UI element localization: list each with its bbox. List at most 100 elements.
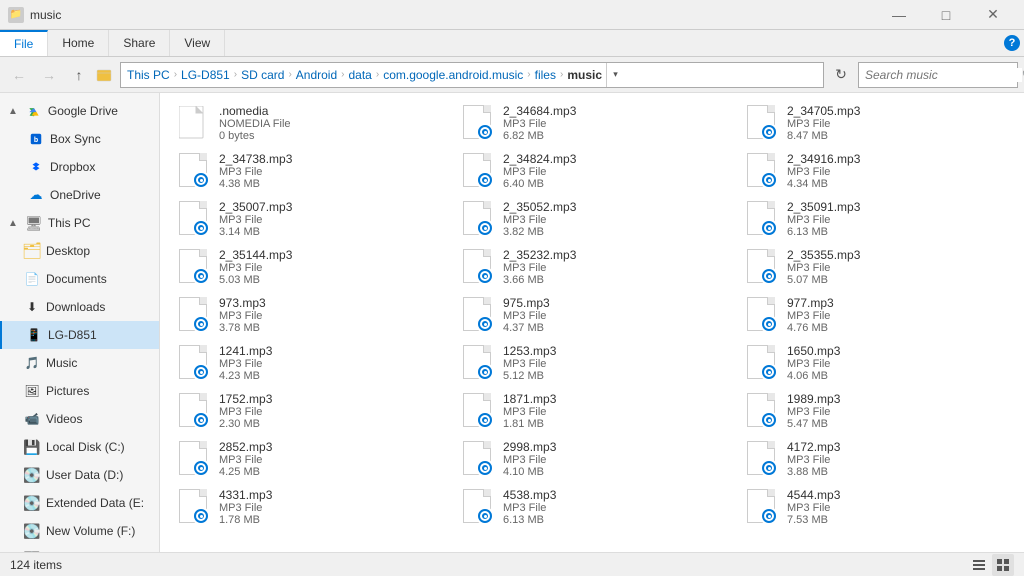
breadcrumb-android[interactable]: Android	[296, 68, 337, 82]
file-item[interactable]: 1871.mp3 MP3 File 1.81 MB	[450, 387, 734, 435]
sidebar-item-music[interactable]: 🎵 Music	[0, 349, 159, 377]
sidebar-item-userdata-d[interactable]: 💽 User Data (D:)	[0, 461, 159, 489]
folder-icon: 📁	[8, 7, 24, 23]
mp3-file-icon	[175, 153, 211, 189]
breadcrumb-dropdown[interactable]: ▾	[606, 62, 624, 88]
minimize-button[interactable]: —	[876, 0, 922, 30]
mp3-overlay-icon	[476, 267, 494, 285]
forward-button[interactable]: →	[36, 62, 62, 88]
file-info: 1871.mp3 MP3 File 1.81 MB	[503, 392, 725, 430]
tab-view[interactable]: View	[170, 30, 225, 56]
file-item[interactable]: 975.mp3 MP3 File 4.37 MB	[450, 291, 734, 339]
file-info: 2_35052.mp3 MP3 File 3.82 MB	[503, 200, 725, 238]
maximize-button[interactable]: □	[923, 0, 969, 30]
sidebar-item-this-pc[interactable]: ▲ 🖥 This PC	[0, 209, 159, 237]
sidebar-item-onedrive[interactable]: ☁ OneDrive	[0, 181, 159, 209]
sidebar-item-documents[interactable]: 📄 Documents	[0, 265, 159, 293]
file-item[interactable]: 1241.mp3 MP3 File 4.23 MB	[166, 339, 450, 387]
help-button[interactable]: ?	[1004, 35, 1020, 51]
breadcrumb-music[interactable]: music	[567, 68, 602, 82]
file-item[interactable]: 2_35355.mp3 MP3 File 5.07 MB	[734, 243, 1018, 291]
file-item[interactable]: 2_35091.mp3 MP3 File 6.13 MB	[734, 195, 1018, 243]
ribbon: File Home Share View ?	[0, 30, 1024, 57]
file-info: 4538.mp3 MP3 File 6.13 MB	[503, 488, 725, 526]
mp3-file-icon	[175, 249, 211, 285]
mp3-file-icon	[459, 441, 495, 477]
sidebar-item-desktop[interactable]: 🗂 Desktop	[0, 237, 159, 265]
sidebar-item-dropbox[interactable]: Dropbox	[0, 153, 159, 181]
file-item[interactable]: 4331.mp3 MP3 File 1.78 MB	[166, 483, 450, 531]
breadcrumb-files[interactable]: files	[535, 68, 556, 82]
sidebar-label: Box Sync	[50, 132, 151, 146]
file-info: 975.mp3 MP3 File 4.37 MB	[503, 296, 725, 334]
sidebar-item-new-f[interactable]: 💽 New Volume (F:)	[0, 517, 159, 545]
file-type: MP3 File	[503, 166, 725, 178]
file-item[interactable]: 2_34916.mp3 MP3 File 4.34 MB	[734, 147, 1018, 195]
file-item[interactable]: 2_35007.mp3 MP3 File 3.14 MB	[166, 195, 450, 243]
sidebar-item-new-g[interactable]: 💽 New Volume (G:)	[0, 545, 159, 552]
file-item[interactable]: 1650.mp3 MP3 File 4.06 MB	[734, 339, 1018, 387]
file-type: MP3 File	[503, 214, 725, 226]
tab-home[interactable]: Home	[48, 30, 109, 56]
mp3-overlay-icon	[760, 507, 778, 525]
breadcrumb-thispc[interactable]: This PC	[127, 68, 170, 82]
breadcrumb[interactable]: This PC › LG-D851 › SD card › Android › …	[120, 62, 824, 88]
file-size: 4.06 MB	[787, 370, 1009, 382]
file-type: MP3 File	[787, 358, 1009, 370]
file-item[interactable]: 973.mp3 MP3 File 3.78 MB	[166, 291, 450, 339]
sidebar-item-box-sync[interactable]: b Box Sync	[0, 125, 159, 153]
file-item[interactable]: 1752.mp3 MP3 File 2.30 MB	[166, 387, 450, 435]
sidebar-item-downloads[interactable]: ⬇ Downloads	[0, 293, 159, 321]
mp3-file-icon	[175, 441, 211, 477]
file-size: 4.34 MB	[787, 178, 1009, 190]
file-item[interactable]: 2_35052.mp3 MP3 File 3.82 MB	[450, 195, 734, 243]
file-item[interactable]: 1253.mp3 MP3 File 5.12 MB	[450, 339, 734, 387]
file-item[interactable]: 2_34705.mp3 MP3 File 8.47 MB	[734, 99, 1018, 147]
sidebar-label: Videos	[46, 412, 151, 426]
sidebar-item-extended-e[interactable]: 💽 Extended Data (E:	[0, 489, 159, 517]
mp3-overlay-icon	[192, 363, 210, 381]
view-details-button[interactable]	[968, 554, 990, 576]
sidebar-item-lg-d851[interactable]: 📱 LG-D851	[0, 321, 159, 349]
breadcrumb-sdcard[interactable]: SD card	[241, 68, 284, 82]
file-info: .nomedia NOMEDIA File 0 bytes	[219, 104, 441, 142]
file-item[interactable]: 4172.mp3 MP3 File 3.88 MB	[734, 435, 1018, 483]
file-item[interactable]: .nomedia NOMEDIA File 0 bytes	[166, 99, 450, 147]
file-item[interactable]: 4538.mp3 MP3 File 6.13 MB	[450, 483, 734, 531]
file-item[interactable]: 977.mp3 MP3 File 4.76 MB	[734, 291, 1018, 339]
file-item[interactable]: 2998.mp3 MP3 File 4.10 MB	[450, 435, 734, 483]
mp3-file-icon	[743, 105, 779, 141]
sidebar-item-pictures[interactable]: 🖼 Pictures	[0, 377, 159, 405]
sidebar-item-videos[interactable]: 📹 Videos	[0, 405, 159, 433]
tab-share[interactable]: Share	[109, 30, 170, 56]
sidebar-item-local-c[interactable]: 💾 Local Disk (C:)	[0, 433, 159, 461]
file-item[interactable]: 2_34824.mp3 MP3 File 6.40 MB	[450, 147, 734, 195]
search-box[interactable]: 🔍	[858, 62, 1018, 88]
search-input[interactable]	[865, 68, 1022, 82]
file-area[interactable]: .nomedia NOMEDIA File 0 bytes 2_34684.mp…	[160, 93, 1024, 552]
breadcrumb-data[interactable]: data	[349, 68, 372, 82]
file-item[interactable]: 2_35144.mp3 MP3 File 5.03 MB	[166, 243, 450, 291]
title-bar-left: 📁 music	[8, 7, 61, 23]
device-icon: 📱	[26, 327, 42, 343]
file-item[interactable]: 2_35232.mp3 MP3 File 3.66 MB	[450, 243, 734, 291]
file-item[interactable]: 4544.mp3 MP3 File 7.53 MB	[734, 483, 1018, 531]
file-item[interactable]: 2_34738.mp3 MP3 File 4.38 MB	[166, 147, 450, 195]
downloads-icon: ⬇	[24, 299, 40, 315]
view-tiles-button[interactable]	[992, 554, 1014, 576]
tab-file[interactable]: File	[0, 30, 48, 56]
file-item[interactable]: 1989.mp3 MP3 File 5.47 MB	[734, 387, 1018, 435]
file-item[interactable]: 2852.mp3 MP3 File 4.25 MB	[166, 435, 450, 483]
breadcrumb-com[interactable]: com.google.android.music	[383, 68, 523, 82]
file-size: 3.66 MB	[503, 274, 725, 286]
close-button[interactable]: ✕	[970, 0, 1016, 30]
up-button[interactable]: ↑	[66, 62, 92, 88]
sidebar-item-google-drive[interactable]: ▲ Google Drive	[0, 97, 159, 125]
ribbon-tabs: File Home Share View ?	[0, 30, 1024, 56]
refresh-button[interactable]: ↻	[828, 62, 854, 88]
breadcrumb-lgd851[interactable]: LG-D851	[181, 68, 230, 82]
back-button[interactable]: ←	[6, 62, 32, 88]
documents-icon: 📄	[24, 271, 40, 287]
file-item[interactable]: 2_34684.mp3 MP3 File 6.82 MB	[450, 99, 734, 147]
file-info: 2_35144.mp3 MP3 File 5.03 MB	[219, 248, 441, 286]
